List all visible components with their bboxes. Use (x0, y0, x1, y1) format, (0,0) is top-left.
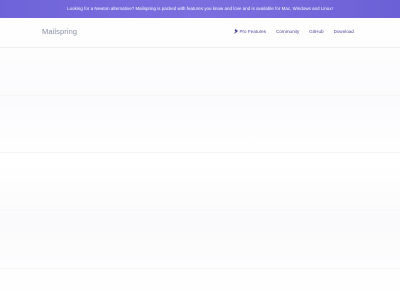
nav-download[interactable]: Download (334, 29, 354, 34)
brand-logo-text[interactable]: Mailspring (42, 27, 77, 36)
pin-icon (234, 29, 238, 34)
background-band (0, 95, 400, 96)
nav-github-label: GitHub (309, 29, 324, 34)
top-navbar: Mailspring Pro Features Community GitHub… (0, 18, 400, 48)
nav-community-label: Community (276, 29, 300, 34)
nav-links: Pro Features Community GitHub Download (234, 29, 354, 34)
background-band (0, 268, 400, 269)
nav-pro-features[interactable]: Pro Features (234, 29, 266, 34)
background-band (0, 210, 400, 211)
nav-github[interactable]: GitHub (309, 29, 323, 34)
nav-community[interactable]: Community (276, 29, 299, 34)
promo-banner[interactable]: Looking for a Newton alternative? Mailsp… (0, 0, 400, 18)
background-band (0, 152, 400, 153)
promo-banner-text[interactable]: Looking for a Newton alternative? Mailsp… (67, 6, 333, 11)
nav-download-label: Download (333, 29, 354, 34)
nav-pro-features-label: Pro Features (239, 29, 267, 34)
page: Looking for a Newton alternative? Mailsp… (0, 0, 400, 296)
